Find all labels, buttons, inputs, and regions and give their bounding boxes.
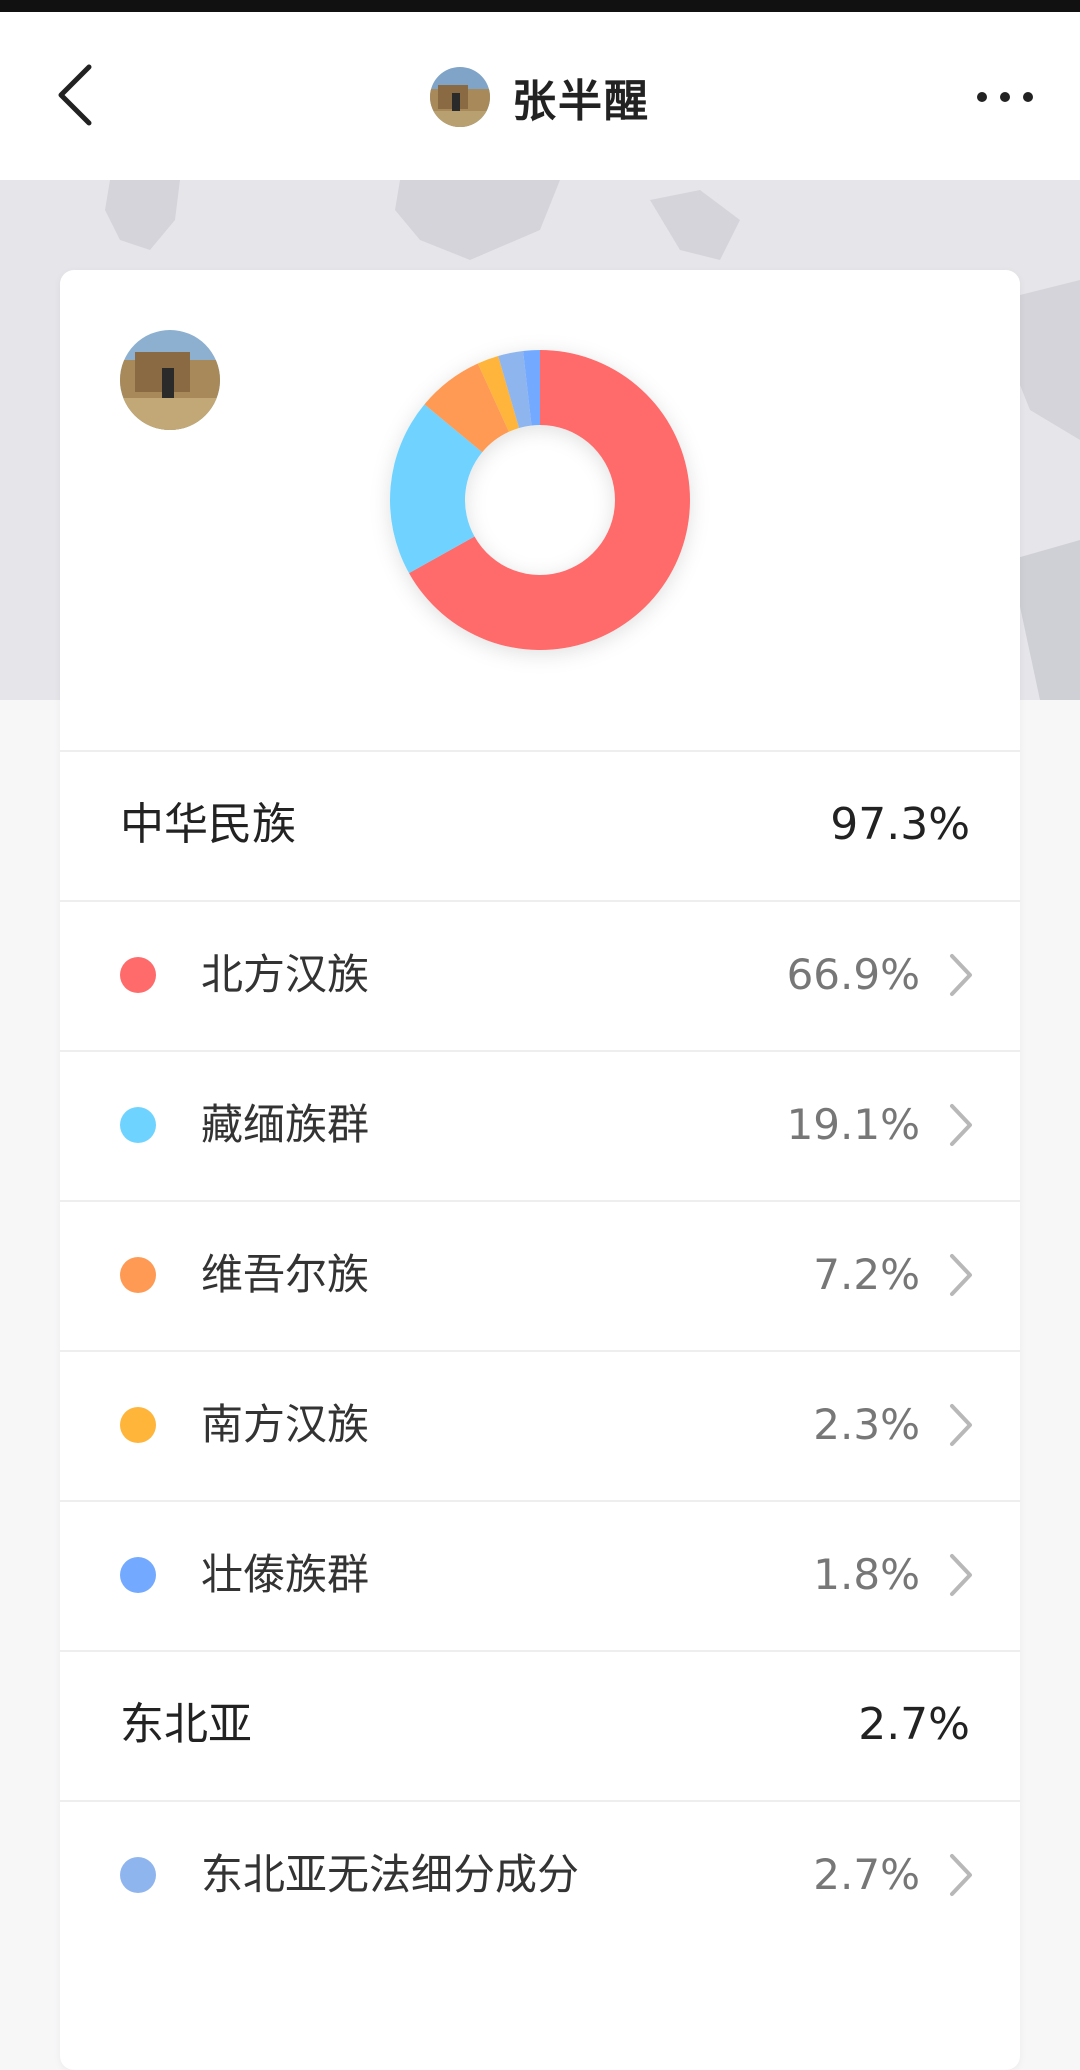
page-title: 张半醒: [512, 76, 650, 127]
ancestry-donut-chart: [390, 350, 690, 650]
ancestry-name: 东北亚无法细分成分: [201, 1850, 580, 1899]
ancestry-percent: 2.7%: [813, 1850, 920, 1899]
profile-avatar[interactable]: [120, 330, 220, 430]
ancestry-name: 壮傣族群: [201, 1550, 370, 1599]
ancestry-name: 藏缅族群: [201, 1100, 370, 1149]
ancestry-row[interactable]: 藏缅族群 19.1%: [60, 1050, 1020, 1200]
ancestry-row[interactable]: 东北亚无法细分成分 2.7%: [60, 1800, 1020, 1950]
section-header: 中华民族 97.3%: [60, 750, 1020, 900]
ancestry-percent: 2.3%: [813, 1400, 920, 1449]
ancestry-row[interactable]: 南方汉族 2.3%: [60, 1350, 1020, 1500]
ancestry-percent: 7.2%: [813, 1250, 920, 1299]
ancestry-row[interactable]: 北方汉族 66.9%: [60, 900, 1020, 1050]
ancestry-percent: 19.1%: [786, 1100, 920, 1149]
ancestry-row[interactable]: 维吾尔族 7.2%: [60, 1200, 1020, 1350]
more-horizontal-icon: [977, 92, 1033, 102]
ancestry-name: 北方汉族: [201, 950, 370, 999]
color-dot-icon: [120, 1107, 156, 1143]
more-button[interactable]: [970, 72, 1040, 122]
chevron-right-icon: [940, 1402, 980, 1448]
section-name: 中华民族: [120, 799, 296, 850]
status-strip: [0, 0, 1080, 12]
color-dot-icon: [120, 1557, 156, 1593]
chevron-right-icon: [940, 952, 980, 998]
color-dot-icon: [120, 1257, 156, 1293]
section-percent: 2.7%: [858, 1699, 970, 1750]
section-header: 东北亚 2.7%: [60, 1650, 1020, 1800]
ancestry-percent: 66.9%: [786, 950, 920, 999]
chevron-right-icon: [940, 1852, 980, 1898]
ancestry-name: 南方汉族: [201, 1400, 370, 1449]
ancestry-card: 中华民族 97.3% 北方汉族 66.9% 藏缅族群 19.1% 维吾尔族 7.…: [60, 270, 1020, 2070]
ancestry-row[interactable]: 壮傣族群 1.8%: [60, 1500, 1020, 1650]
nav-header: 张半醒: [0, 12, 1080, 180]
ancestry-name: 维吾尔族: [201, 1250, 370, 1299]
avatar[interactable]: [430, 67, 490, 127]
header-center: 张半醒: [0, 62, 1080, 132]
color-dot-icon: [120, 1407, 156, 1443]
color-dot-icon: [120, 1857, 156, 1893]
color-dot-icon: [120, 957, 156, 993]
section-name: 东北亚: [120, 1699, 252, 1750]
chevron-right-icon: [940, 1252, 980, 1298]
section-percent: 97.3%: [830, 799, 970, 850]
chevron-right-icon: [940, 1552, 980, 1598]
chevron-right-icon: [940, 1102, 980, 1148]
ancestry-percent: 1.8%: [813, 1550, 920, 1599]
